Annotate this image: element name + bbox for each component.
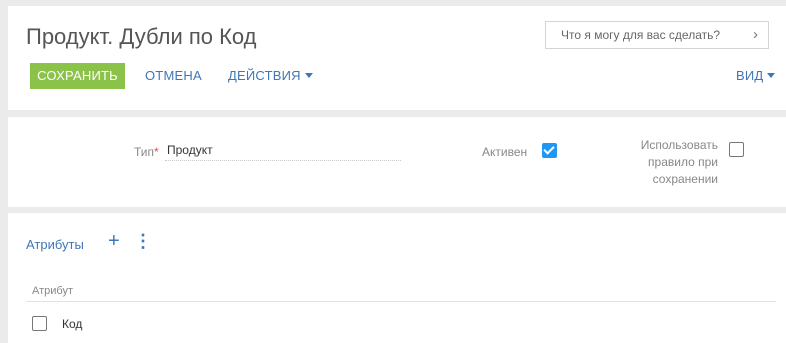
page-header: Продукт. Дубли по Код Что я могу для вас… [8,6,786,110]
use-rule-label-line: правило при [648,155,718,169]
chevron-right-icon: › [753,26,758,43]
use-rule-on-save-checkbox[interactable] [729,142,744,157]
more-vertical-icon[interactable]: ⋮ [134,230,152,252]
use-rule-label-line: Использовать [640,138,718,152]
actions-label: ДЕЙСТВИЯ [228,68,301,83]
view-label: ВИД [736,68,764,83]
type-field[interactable]: Продукт [165,143,401,161]
page-title: Продукт. Дубли по Код [26,24,257,49]
actions-menu-button[interactable]: ДЕЙСТВИЯ [228,63,313,89]
use-rule-label: Использовать правило при сохранении [608,137,718,188]
type-field-label: Тип* [134,145,159,159]
view-menu-button[interactable]: ВИД [736,63,776,89]
assistant-search-text: Что я могу для вас сделать? [561,28,721,42]
required-marker: * [154,145,159,159]
save-button[interactable]: СОХРАНИТЬ [30,63,125,89]
attributes-section-title[interactable]: Атрибуты [26,237,84,252]
active-checkbox[interactable] [542,143,557,158]
type-field-value: Продукт [167,143,213,157]
caret-down-icon [767,73,776,79]
list-item: Код [62,317,83,331]
caret-down-icon [304,73,313,79]
attributes-card: Атрибуты + ⋮ Атрибут Код [8,213,786,343]
cancel-button[interactable]: ОТМЕНА [145,63,202,89]
active-label: Активен [482,145,528,159]
type-label-text: Тип [134,145,155,159]
use-rule-label-line: сохранении [652,172,718,186]
row-checkbox[interactable] [32,316,47,331]
assistant-search[interactable]: Что я могу для вас сделать? › [545,21,769,49]
add-icon[interactable]: + [108,230,120,252]
column-header-attribute: Атрибут [32,285,73,297]
divider [26,301,776,302]
rule-settings-card: Тип* Продукт Активен Использовать правил… [8,117,786,207]
